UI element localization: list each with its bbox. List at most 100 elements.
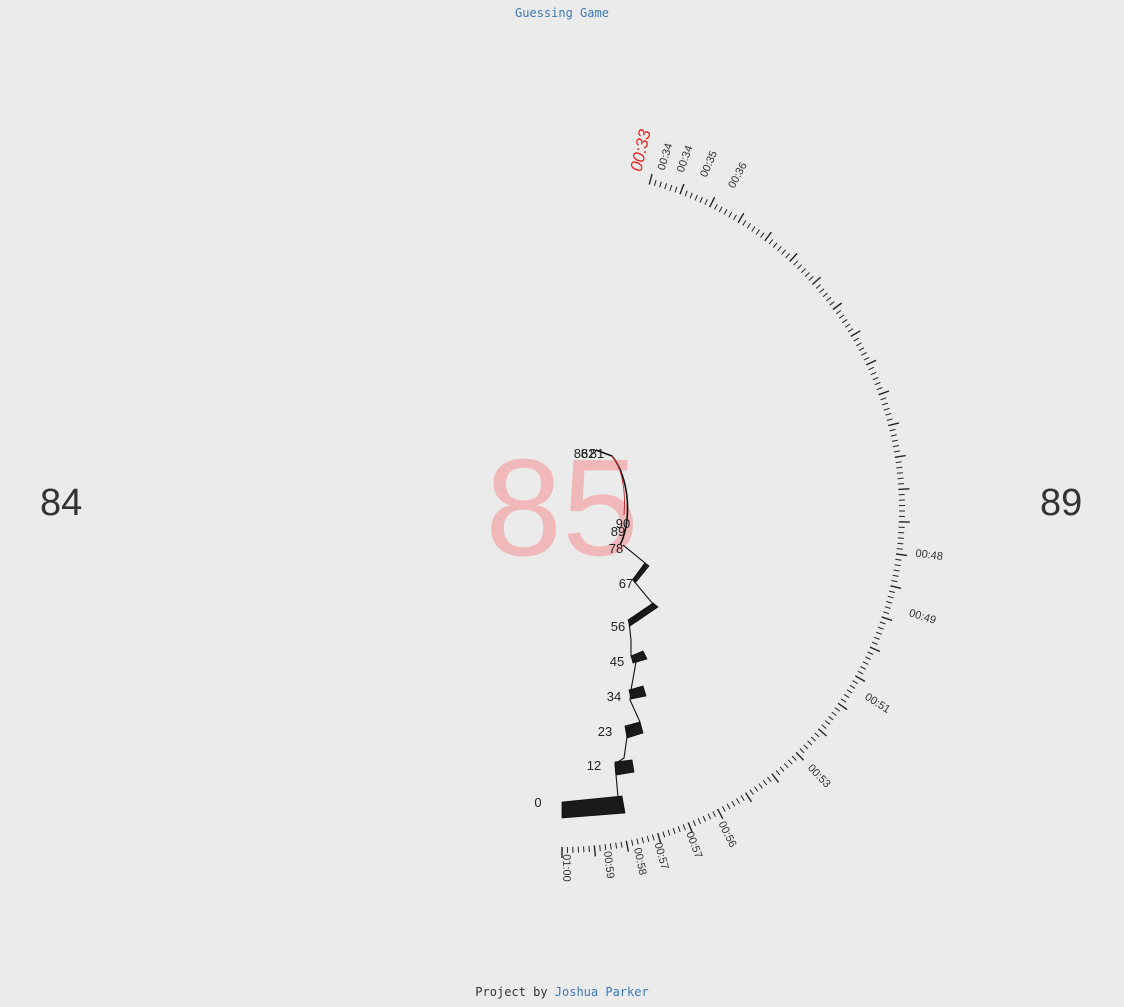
timer-tick [807, 740, 813, 746]
timer-tick [888, 590, 896, 593]
timer-tick [893, 569, 900, 572]
timer-label: 00:34 [675, 144, 696, 174]
timer-tick [679, 183, 685, 195]
timer-tick [797, 264, 803, 270]
timer-tick [841, 318, 848, 324]
timer-tick [694, 194, 698, 201]
timer-label: 00:36 [726, 161, 750, 191]
timer-tick [714, 203, 718, 210]
timer-tick [898, 488, 910, 491]
timer-tick [588, 845, 590, 852]
timer-tick [735, 798, 740, 804]
timer-tick [669, 184, 673, 191]
timer-tick [847, 328, 854, 333]
timer-tick [877, 626, 884, 630]
timer-tick [789, 252, 798, 262]
timer-tick [672, 828, 676, 834]
timer-tick [793, 260, 799, 266]
timer-tick [674, 186, 678, 193]
timer-tick [712, 811, 716, 817]
timer-label: 00:48 [915, 548, 944, 563]
timer-label: 00:58 [631, 847, 648, 876]
timer-tick [760, 232, 765, 238]
timer-tick [795, 751, 805, 761]
timer-tick [881, 616, 893, 622]
footer-prefix: Project by [475, 985, 548, 999]
timer-tick [893, 450, 900, 453]
timer-tick [682, 824, 686, 831]
timer-tick [777, 245, 782, 252]
guess-label: 23 [598, 724, 612, 739]
timer-tick [854, 675, 866, 683]
timer-tick [891, 439, 898, 442]
timer-tick [838, 314, 845, 319]
timer-tick [631, 839, 634, 846]
timer-tick [653, 180, 657, 187]
timer-tick [779, 766, 785, 772]
timer-tick [837, 702, 848, 711]
timer-label: 00:34 [656, 142, 675, 172]
timer-tick [771, 773, 780, 783]
timer-label: 00:53 [805, 762, 833, 790]
timer-tick [831, 711, 837, 716]
timer-tick [828, 715, 834, 721]
timer-tick [853, 337, 860, 342]
timer-tick [781, 249, 786, 255]
timer-tick [889, 428, 896, 432]
timer-tick [648, 173, 653, 185]
timer-tick [850, 330, 861, 338]
guess-label: 81 [590, 446, 604, 461]
timer-tick [659, 181, 662, 188]
timer-tick [874, 381, 881, 386]
timer-tick [702, 815, 707, 822]
timer-tick [892, 574, 899, 577]
timer-tick [888, 422, 900, 427]
timer-tick [897, 542, 904, 545]
timer-tick [871, 641, 878, 645]
timer-tick [896, 472, 904, 474]
footer: Project by Joshua Parker [0, 985, 1124, 999]
timer-label: 00:56 [716, 819, 739, 849]
timer-tick [868, 366, 875, 371]
game-board: 85 00:34 00:34 00:35 00:3600:4800:4900:5100… [485, 127, 944, 882]
timer-tick [804, 272, 810, 277]
timer-tick [785, 253, 791, 259]
timer-tick [726, 803, 731, 810]
timer-tick [872, 376, 879, 381]
timer-tick [890, 434, 897, 437]
timer-tick [862, 661, 869, 665]
timer-tick [742, 220, 747, 226]
timer-tick [861, 352, 867, 356]
timer-tick [772, 242, 778, 248]
timer-tick [883, 611, 890, 615]
timer-tick [718, 206, 723, 213]
guess-wedge [630, 650, 648, 664]
timer-tick [799, 748, 805, 754]
timer-tick [599, 844, 601, 851]
timer-tick [731, 800, 736, 807]
guess-label: 34 [607, 689, 621, 704]
timer-tick [783, 763, 789, 769]
timer-tick [764, 231, 772, 242]
timer-tick [751, 226, 756, 232]
timer-tick [895, 558, 902, 561]
timer-tick [880, 397, 887, 401]
timer-tick [825, 296, 832, 302]
timer-tick [811, 276, 822, 286]
timer-label: 00:49 [908, 607, 938, 627]
timer-tick [879, 621, 886, 625]
timer-tick [604, 844, 607, 851]
timer-tick [697, 818, 702, 824]
timer-tick [814, 732, 820, 738]
current-guess-number: 85 [485, 431, 639, 585]
timer-tick [808, 276, 814, 281]
timer-label: 00:35 [698, 149, 720, 179]
timer-label: 00:57 [652, 841, 671, 871]
timer-tick [891, 580, 898, 583]
timer-tick [870, 371, 877, 376]
timer-tick [824, 720, 831, 725]
timer-tick [822, 292, 828, 298]
timer-label: 00:59 [601, 851, 616, 880]
timer-tick [846, 689, 853, 694]
author-link[interactable]: Joshua Parker [555, 985, 649, 999]
